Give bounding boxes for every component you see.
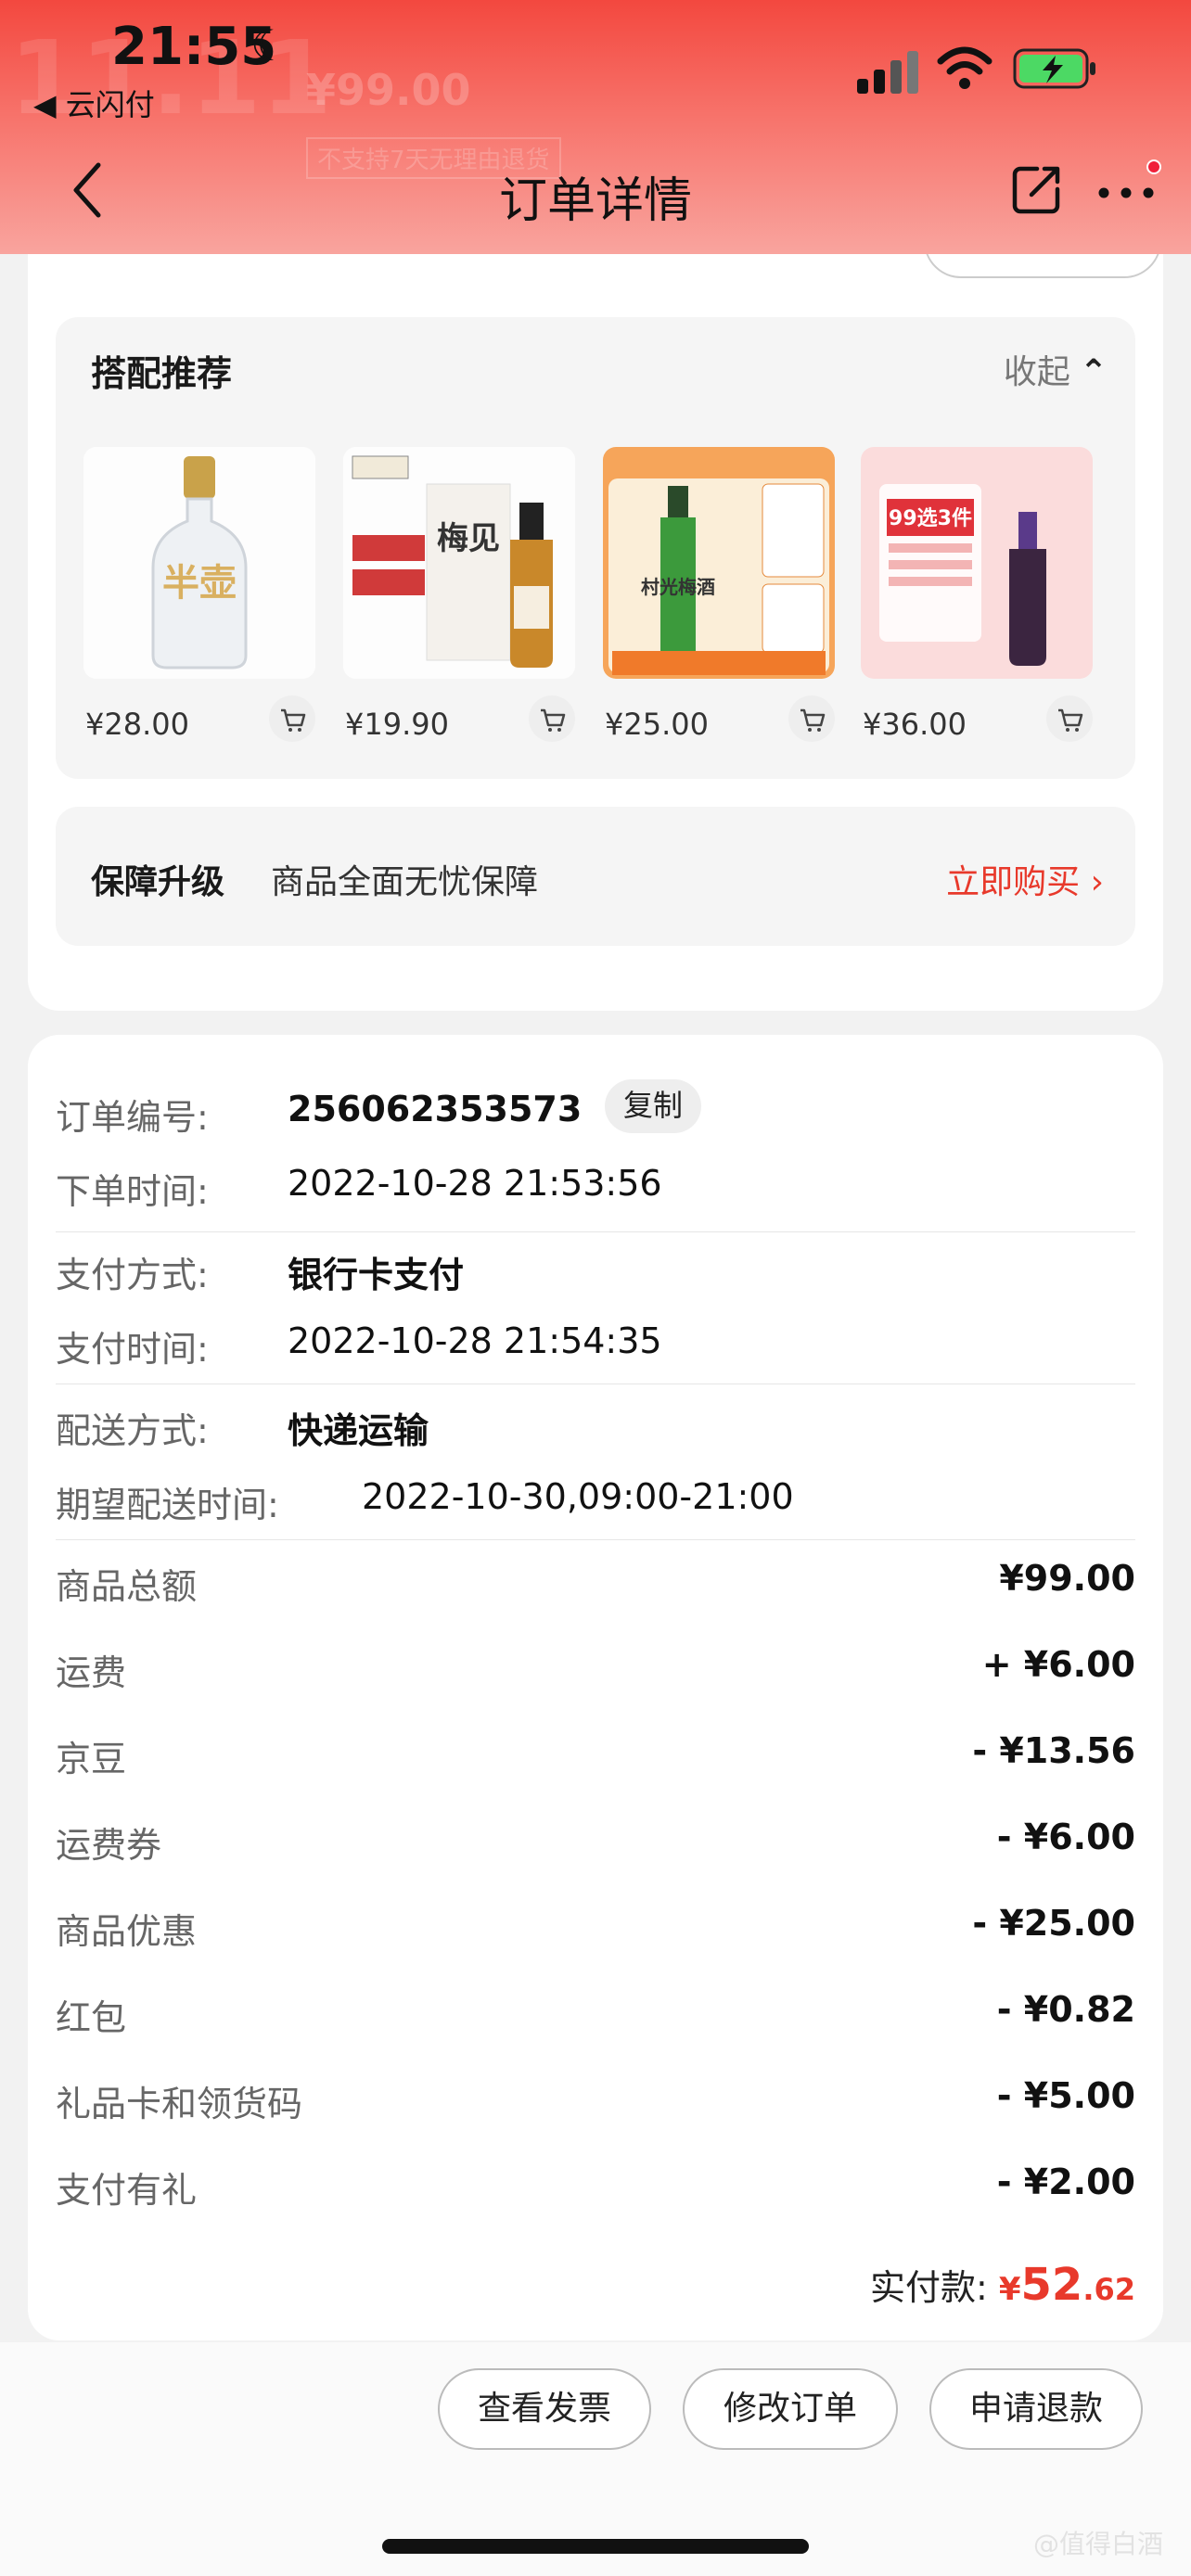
box-label-text: 梅见	[437, 520, 500, 557]
amount-label: 礼品卡和领货码	[56, 2084, 303, 2124]
add-to-cart-icon[interactable]	[269, 695, 315, 742]
notification-dot	[1146, 159, 1161, 174]
amount-label: 商品优惠	[56, 1911, 198, 1952]
actual-payment-label: 实付款:	[869, 2267, 988, 2308]
bottle-label-text: 半壶	[162, 562, 237, 605]
order-number-value: 256062353573	[288, 1089, 583, 1129]
product-card[interactable]: 99选3件 ¥36.00	[861, 447, 1093, 742]
divider	[56, 1231, 1135, 1232]
amount-value: - ¥0.82	[996, 1989, 1135, 2030]
actual-payment-integer: 52	[1020, 2259, 1083, 2311]
pay-time-label: 支付时间:	[56, 1329, 209, 1370]
order-time-value: 2022-10-28 21:53:56	[288, 1163, 662, 1204]
product-price: ¥28.00	[85, 707, 189, 742]
amount-label: 运费券	[56, 1825, 162, 1866]
amount-label: 运费	[56, 1652, 127, 1693]
battery-charging-icon	[1013, 48, 1095, 89]
product-image[interactable]: 梅见	[343, 447, 575, 679]
share-icon[interactable]	[1009, 161, 1065, 217]
protection-upgrade-banner[interactable]: 保障升级 商品全面无忧保障 立即购买 ›	[56, 807, 1135, 946]
moon-icon: ☾	[250, 20, 289, 70]
amount-value: - ¥5.00	[996, 2075, 1135, 2116]
buy-now-label: 立即购买	[946, 863, 1081, 901]
product-card[interactable]: 半壶 ¥28.00	[83, 447, 315, 742]
actual-payment: 实付款: ¥52.62	[870, 2259, 1135, 2311]
request-refund-button[interactable]: 申请退款	[929, 2368, 1143, 2450]
amount-label: 商品总额	[56, 1566, 198, 1607]
order-info-card: 订单编号: 256062353573 复制 下单时间: 2022-10-28 2…	[28, 1035, 1163, 2340]
modify-order-button[interactable]: 修改订单	[683, 2368, 898, 2450]
product-price: ¥25.00	[605, 707, 709, 742]
product-image[interactable]: 半壶	[83, 447, 315, 679]
header-bar: 11.11 ¥99.00 不支持7天无理由退货 21:55 ☾ ◀ 云闪付 订单…	[0, 0, 1191, 254]
add-to-cart-icon[interactable]	[1046, 695, 1093, 742]
shipping-method-value: 快递运输	[288, 1410, 429, 1451]
product-price: ¥19.90	[345, 707, 449, 742]
cellular-signal-icon	[857, 51, 918, 94]
product-image[interactable]: 村光梅酒	[603, 447, 835, 679]
header-ghost-price: ¥99.00	[306, 65, 471, 115]
expected-delivery-label: 期望配送时间:	[56, 1485, 279, 1525]
pay-time-value: 2022-10-28 21:54:35	[288, 1320, 662, 1361]
add-to-cart-icon[interactable]	[788, 695, 835, 742]
home-indicator[interactable]	[382, 2539, 809, 2554]
promo-label-text: 99选3件	[889, 507, 972, 530]
bottle-label-text: 村光梅酒	[641, 576, 715, 598]
amount-value: - ¥25.00	[972, 1903, 1135, 1944]
protection-title: 保障升级	[91, 863, 225, 901]
amount-label: 支付有礼	[56, 2170, 198, 2211]
recommendation-card: 礼物贺卡 搭配推荐 收起⌃ 半壶 ¥28.00	[28, 204, 1163, 1011]
pay-method-label: 支付方式:	[56, 1255, 209, 1295]
header-ghost-note: 不支持7天无理由退货	[306, 137, 561, 179]
amount-label: 红包	[56, 1997, 127, 2038]
divider	[56, 1539, 1135, 1540]
order-number-label: 订单编号:	[56, 1097, 209, 1138]
product-card[interactable]: 梅见 ¥19.90	[343, 447, 575, 742]
product-card[interactable]: 村光梅酒 ¥25.00	[603, 447, 835, 742]
protection-description: 商品全面无忧保障	[271, 863, 539, 901]
matching-recommendation-section: 搭配推荐 收起 ⌃ 半壶 ¥28.00 梅见 ¥19.90 村光梅酒 ¥25.0…	[56, 317, 1135, 779]
amount-label: 京豆	[56, 1739, 127, 1779]
product-price: ¥36.00	[863, 707, 967, 742]
view-invoice-button[interactable]: 查看发票	[438, 2368, 651, 2450]
amount-value: - ¥13.56	[972, 1730, 1135, 1771]
order-time-label: 下单时间:	[56, 1171, 209, 1212]
amount-value: + ¥6.00	[981, 1644, 1135, 1685]
collapse-label: 收起	[1003, 353, 1070, 391]
add-to-cart-icon[interactable]	[529, 695, 575, 742]
bottom-action-bar: 查看发票 修改订单 申请退款 @值得白酒	[0, 2342, 1191, 2576]
pay-method-value: 银行卡支付	[288, 1255, 465, 1295]
buy-now-link[interactable]: 立即购买 ›	[946, 855, 1104, 903]
product-image[interactable]: 99选3件	[861, 447, 1093, 679]
amount-value: - ¥6.00	[996, 1817, 1135, 1857]
back-to-app-link[interactable]: ◀ 云闪付	[33, 82, 155, 124]
section-title: 搭配推荐	[91, 353, 233, 394]
back-arrow-icon[interactable]	[65, 158, 111, 223]
watermark: @值得白酒	[1032, 2529, 1163, 2559]
collapse-toggle[interactable]: 收起 ⌃	[1004, 345, 1108, 393]
chevron-right-icon: ›	[1090, 863, 1104, 901]
wifi-icon	[937, 46, 992, 89]
amount-value: - ¥2.00	[996, 2162, 1135, 2202]
actual-payment-currency: ¥	[998, 2271, 1021, 2308]
actual-payment-decimal: .62	[1082, 2272, 1135, 2307]
amount-value: ¥99.00	[999, 1558, 1135, 1599]
chevron-up-icon: ⌃	[1079, 353, 1108, 391]
shipping-method-label: 配送方式:	[56, 1410, 209, 1451]
copy-button[interactable]: 复制	[605, 1079, 701, 1133]
expected-delivery-value: 2022-10-30,09:00-21:00	[362, 1476, 794, 1517]
